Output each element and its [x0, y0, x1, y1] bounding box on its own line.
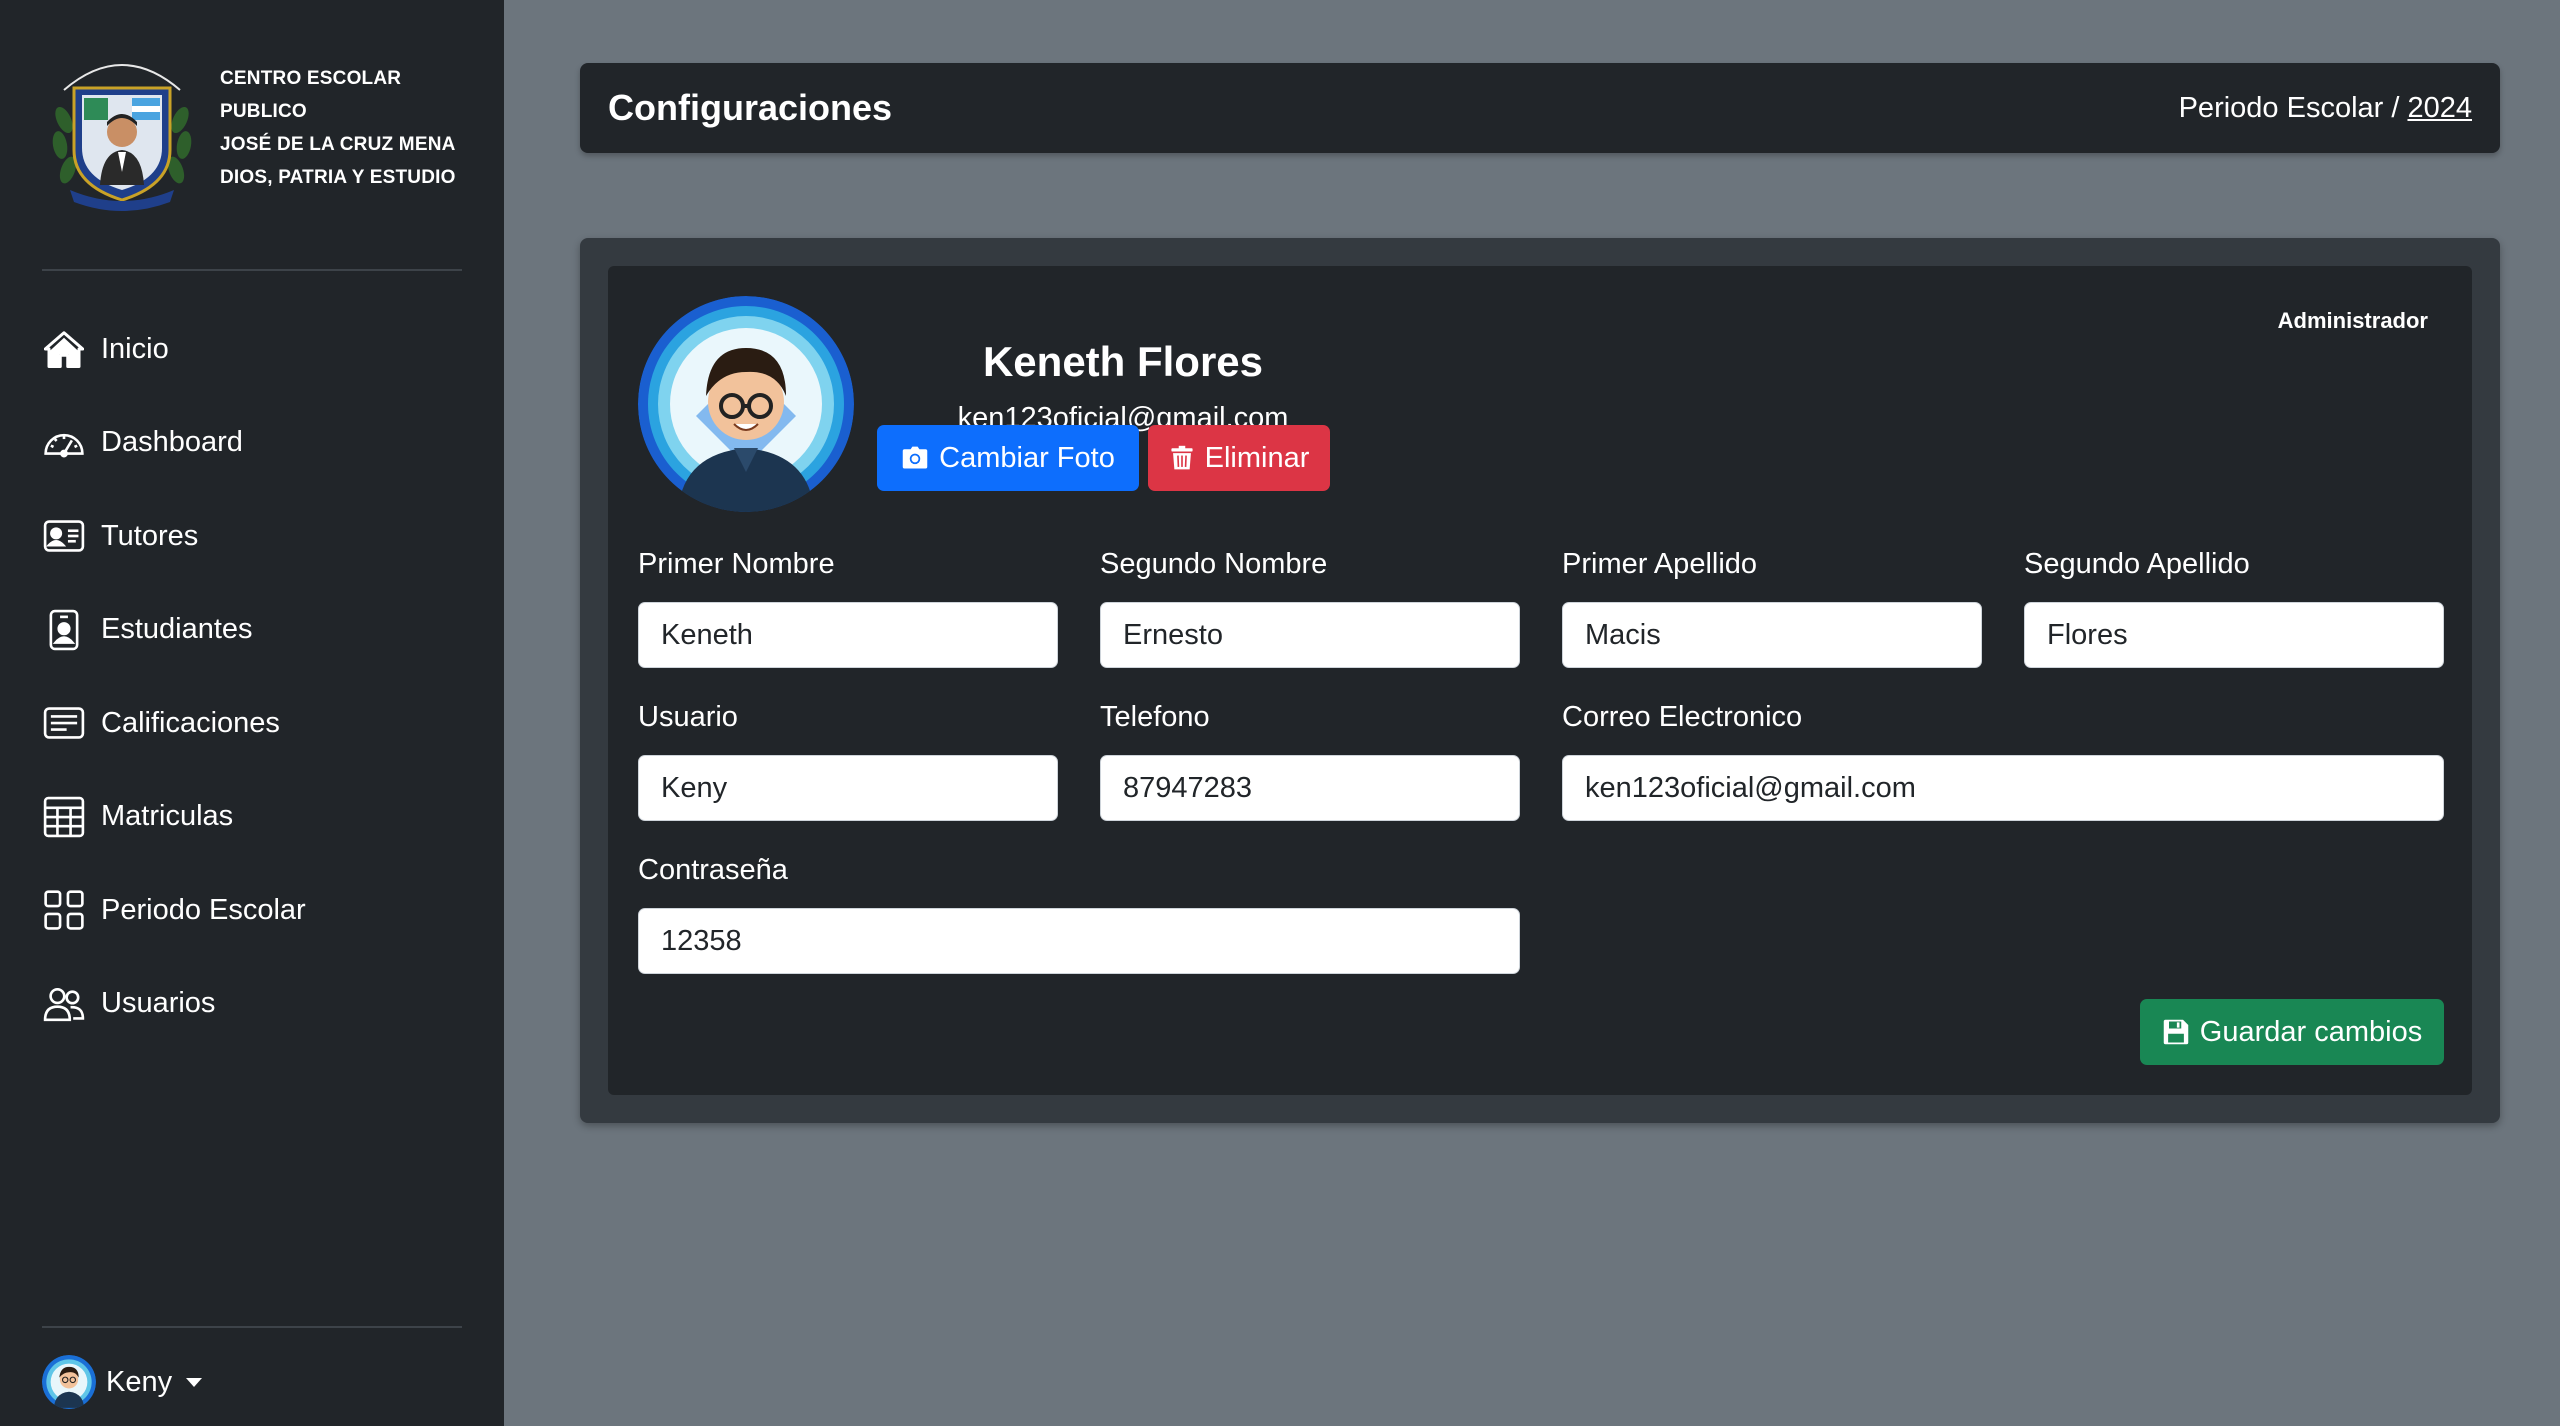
- first-surname-input[interactable]: [1562, 602, 1982, 668]
- username-label: Usuario: [638, 701, 738, 733]
- sidebar-divider-bottom: [42, 1326, 462, 1328]
- sidebar-item-dashboard[interactable]: Dashboard: [42, 412, 482, 474]
- school-name: CENTRO ESCOLAR PUBLICO JOSÉ DE LA CRUZ M…: [220, 62, 462, 194]
- sidebar-item-calificaciones[interactable]: Calificaciones: [42, 692, 482, 754]
- floppy-disk-icon: [2163, 1019, 2189, 1045]
- page-title: Configuraciones: [608, 87, 893, 128]
- profile-panel: Keneth Flores ken123oficial@gmail.com Ca…: [608, 266, 2472, 1095]
- email-input[interactable]: [1562, 755, 2444, 821]
- delete-photo-label: Eliminar: [1204, 441, 1310, 474]
- first-name-input[interactable]: [638, 602, 1058, 668]
- sidebar-item-estudiantes[interactable]: Estudiantes: [42, 599, 482, 661]
- sidebar-item-label: Usuarios: [101, 987, 216, 1019]
- profile-name: Keneth Flores: [982, 338, 1264, 385]
- first-surname-label: Primer Apellido: [1562, 548, 1758, 580]
- sidebar-item-label: Inicio: [101, 332, 169, 365]
- save-changes-button[interactable]: Guardar cambios: [2140, 999, 2444, 1065]
- caret-down-icon: [186, 1377, 203, 1387]
- username-input[interactable]: [638, 755, 1058, 821]
- sidebar-item-matriculas[interactable]: Matriculas: [42, 786, 482, 848]
- camera-icon: [902, 446, 928, 469]
- page-header: Configuraciones Periodo Escolar / 2024: [580, 63, 2500, 153]
- phone-input[interactable]: [1100, 755, 1520, 821]
- settings-card: Keneth Flores ken123oficial@gmail.com Ca…: [580, 238, 2500, 1123]
- profile-avatar: [638, 296, 854, 512]
- sidebar-divider-top: [42, 269, 462, 271]
- password-input[interactable]: [638, 908, 1520, 974]
- sidebar-item-usuarios[interactable]: Usuarios: [42, 973, 482, 1035]
- sidebar-item-inicio[interactable]: Inicio: [42, 318, 482, 380]
- sidebar-item-periodo-escolar[interactable]: Periodo Escolar: [42, 879, 482, 941]
- grid-icon: [42, 888, 86, 932]
- person-vcard-icon: [42, 514, 86, 558]
- card-text-icon: [42, 701, 86, 745]
- delete-photo-button[interactable]: Eliminar: [1148, 425, 1330, 491]
- user-dropdown[interactable]: Keny: [42, 1355, 203, 1409]
- school-period: Periodo Escolar / 2024: [2179, 92, 2472, 125]
- second-name-input[interactable]: [1100, 602, 1520, 668]
- sidebar-item-label: Periodo Escolar: [101, 893, 306, 926]
- brand-line-2: JOSÉ DE LA CRUZ MENA: [220, 133, 456, 155]
- change-photo-label: Cambiar Foto: [939, 441, 1115, 474]
- sidebar-item-label: Tutores: [101, 519, 199, 552]
- person-badge-icon: [42, 608, 86, 652]
- brand-line-3: DIOS, PATRIA Y ESTUDIO: [220, 166, 456, 188]
- save-changes-label: Guardar cambios: [2199, 1015, 2423, 1048]
- password-label: Contraseña: [638, 854, 788, 886]
- period-label: Periodo Escolar /: [2178, 91, 2400, 124]
- sidebar-item-label: Matriculas: [101, 800, 234, 832]
- school-crest-logo: [42, 40, 202, 215]
- role-badge: Administrador: [2277, 308, 2428, 333]
- people-icon: [42, 982, 86, 1026]
- table-icon: [42, 795, 86, 839]
- change-photo-button[interactable]: Cambiar Foto: [877, 425, 1139, 491]
- email-label: Correo Electronico: [1562, 701, 1803, 733]
- sidebar: CENTRO ESCOLAR PUBLICO JOSÉ DE LA CRUZ M…: [0, 0, 504, 1426]
- avatar: [42, 1355, 96, 1409]
- brand-line-1: CENTRO ESCOLAR PUBLICO: [220, 67, 402, 122]
- sidebar-item-label: Dashboard: [101, 426, 243, 458]
- sidebar-item-tutores[interactable]: Tutores: [42, 505, 482, 567]
- second-surname-input[interactable]: [2024, 602, 2444, 668]
- second-surname-label: Segundo Apellido: [2024, 548, 2250, 580]
- user-name: Keny: [106, 1365, 173, 1398]
- phone-label: Telefono: [1100, 701, 1210, 733]
- brand[interactable]: CENTRO ESCOLAR PUBLICO JOSÉ DE LA CRUZ M…: [42, 40, 462, 215]
- house-icon: [42, 327, 86, 371]
- speedometer-icon: [42, 421, 86, 465]
- sidebar-item-label: Estudiantes: [101, 613, 253, 645]
- period-year-link[interactable]: 2024: [2407, 92, 2472, 124]
- sidebar-item-label: Calificaciones: [101, 706, 280, 739]
- trash-icon: [1171, 445, 1193, 470]
- second-name-label: Segundo Nombre: [1100, 548, 1328, 580]
- sidebar-nav: Inicio Dashboard Tutores Estudiantes Cal…: [42, 318, 482, 1066]
- first-name-label: Primer Nombre: [638, 548, 835, 580]
